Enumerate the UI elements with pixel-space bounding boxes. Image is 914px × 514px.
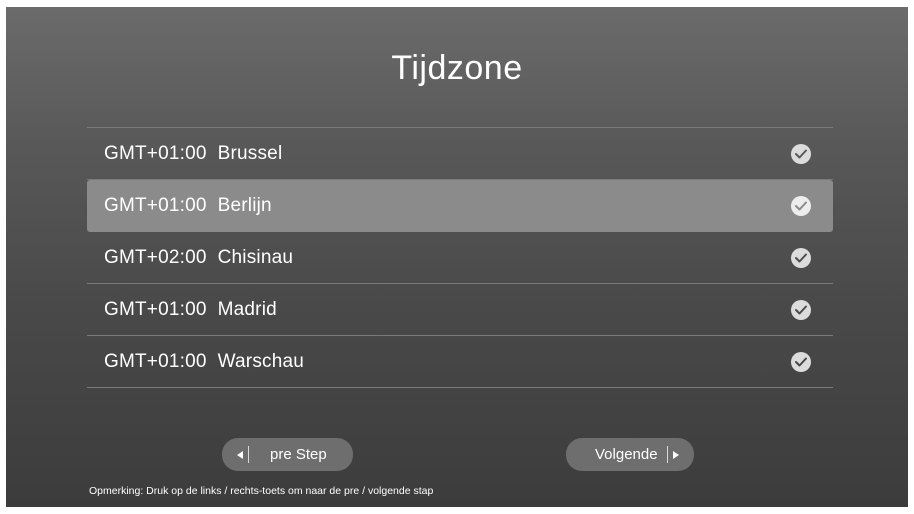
timezone-list: GMT+01:00 Brussel GMT+01:00 Berlijn GMT+… bbox=[87, 127, 833, 388]
timezone-label: GMT+01:00 Berlijn bbox=[104, 195, 272, 216]
timezone-label: GMT+01:00 Brussel bbox=[104, 142, 283, 164]
check-circle-icon bbox=[791, 196, 811, 216]
next-step-label: Volgende bbox=[595, 446, 658, 463]
timezone-row-berlijn[interactable]: GMT+01:00 Berlijn bbox=[87, 180, 833, 232]
check-circle-icon bbox=[791, 299, 811, 320]
prev-step-label: pre Step bbox=[270, 446, 327, 463]
timezone-row-warschau[interactable]: GMT+01:00 Warschau bbox=[87, 336, 833, 388]
triangle-right-icon bbox=[667, 446, 684, 463]
check-circle-icon bbox=[791, 247, 811, 268]
timezone-screen: Tijdzone GMT+01:00 Brussel GMT+01:00 Ber… bbox=[6, 7, 908, 507]
page-title: Tijdzone bbox=[391, 49, 523, 87]
timezone-label: GMT+02:00 Chisinau bbox=[104, 246, 294, 268]
timezone-row-brussel[interactable]: GMT+01:00 Brussel bbox=[87, 128, 833, 180]
prev-step-button[interactable]: pre Step bbox=[222, 438, 353, 471]
timezone-label: GMT+01:00 Madrid bbox=[104, 298, 277, 320]
triangle-left-icon bbox=[232, 446, 249, 463]
timezone-label: GMT+01:00 Warschau bbox=[104, 350, 305, 372]
next-step-button[interactable]: Volgende bbox=[566, 438, 694, 471]
timezone-row-madrid[interactable]: GMT+01:00 Madrid bbox=[87, 284, 833, 336]
check-circle-icon bbox=[791, 143, 811, 164]
timezone-row-chisinau[interactable]: GMT+02:00 Chisinau bbox=[87, 232, 833, 284]
hint-note: Opmerking: Druk op de links / rechts-toe… bbox=[89, 485, 434, 497]
check-circle-icon bbox=[791, 351, 811, 372]
